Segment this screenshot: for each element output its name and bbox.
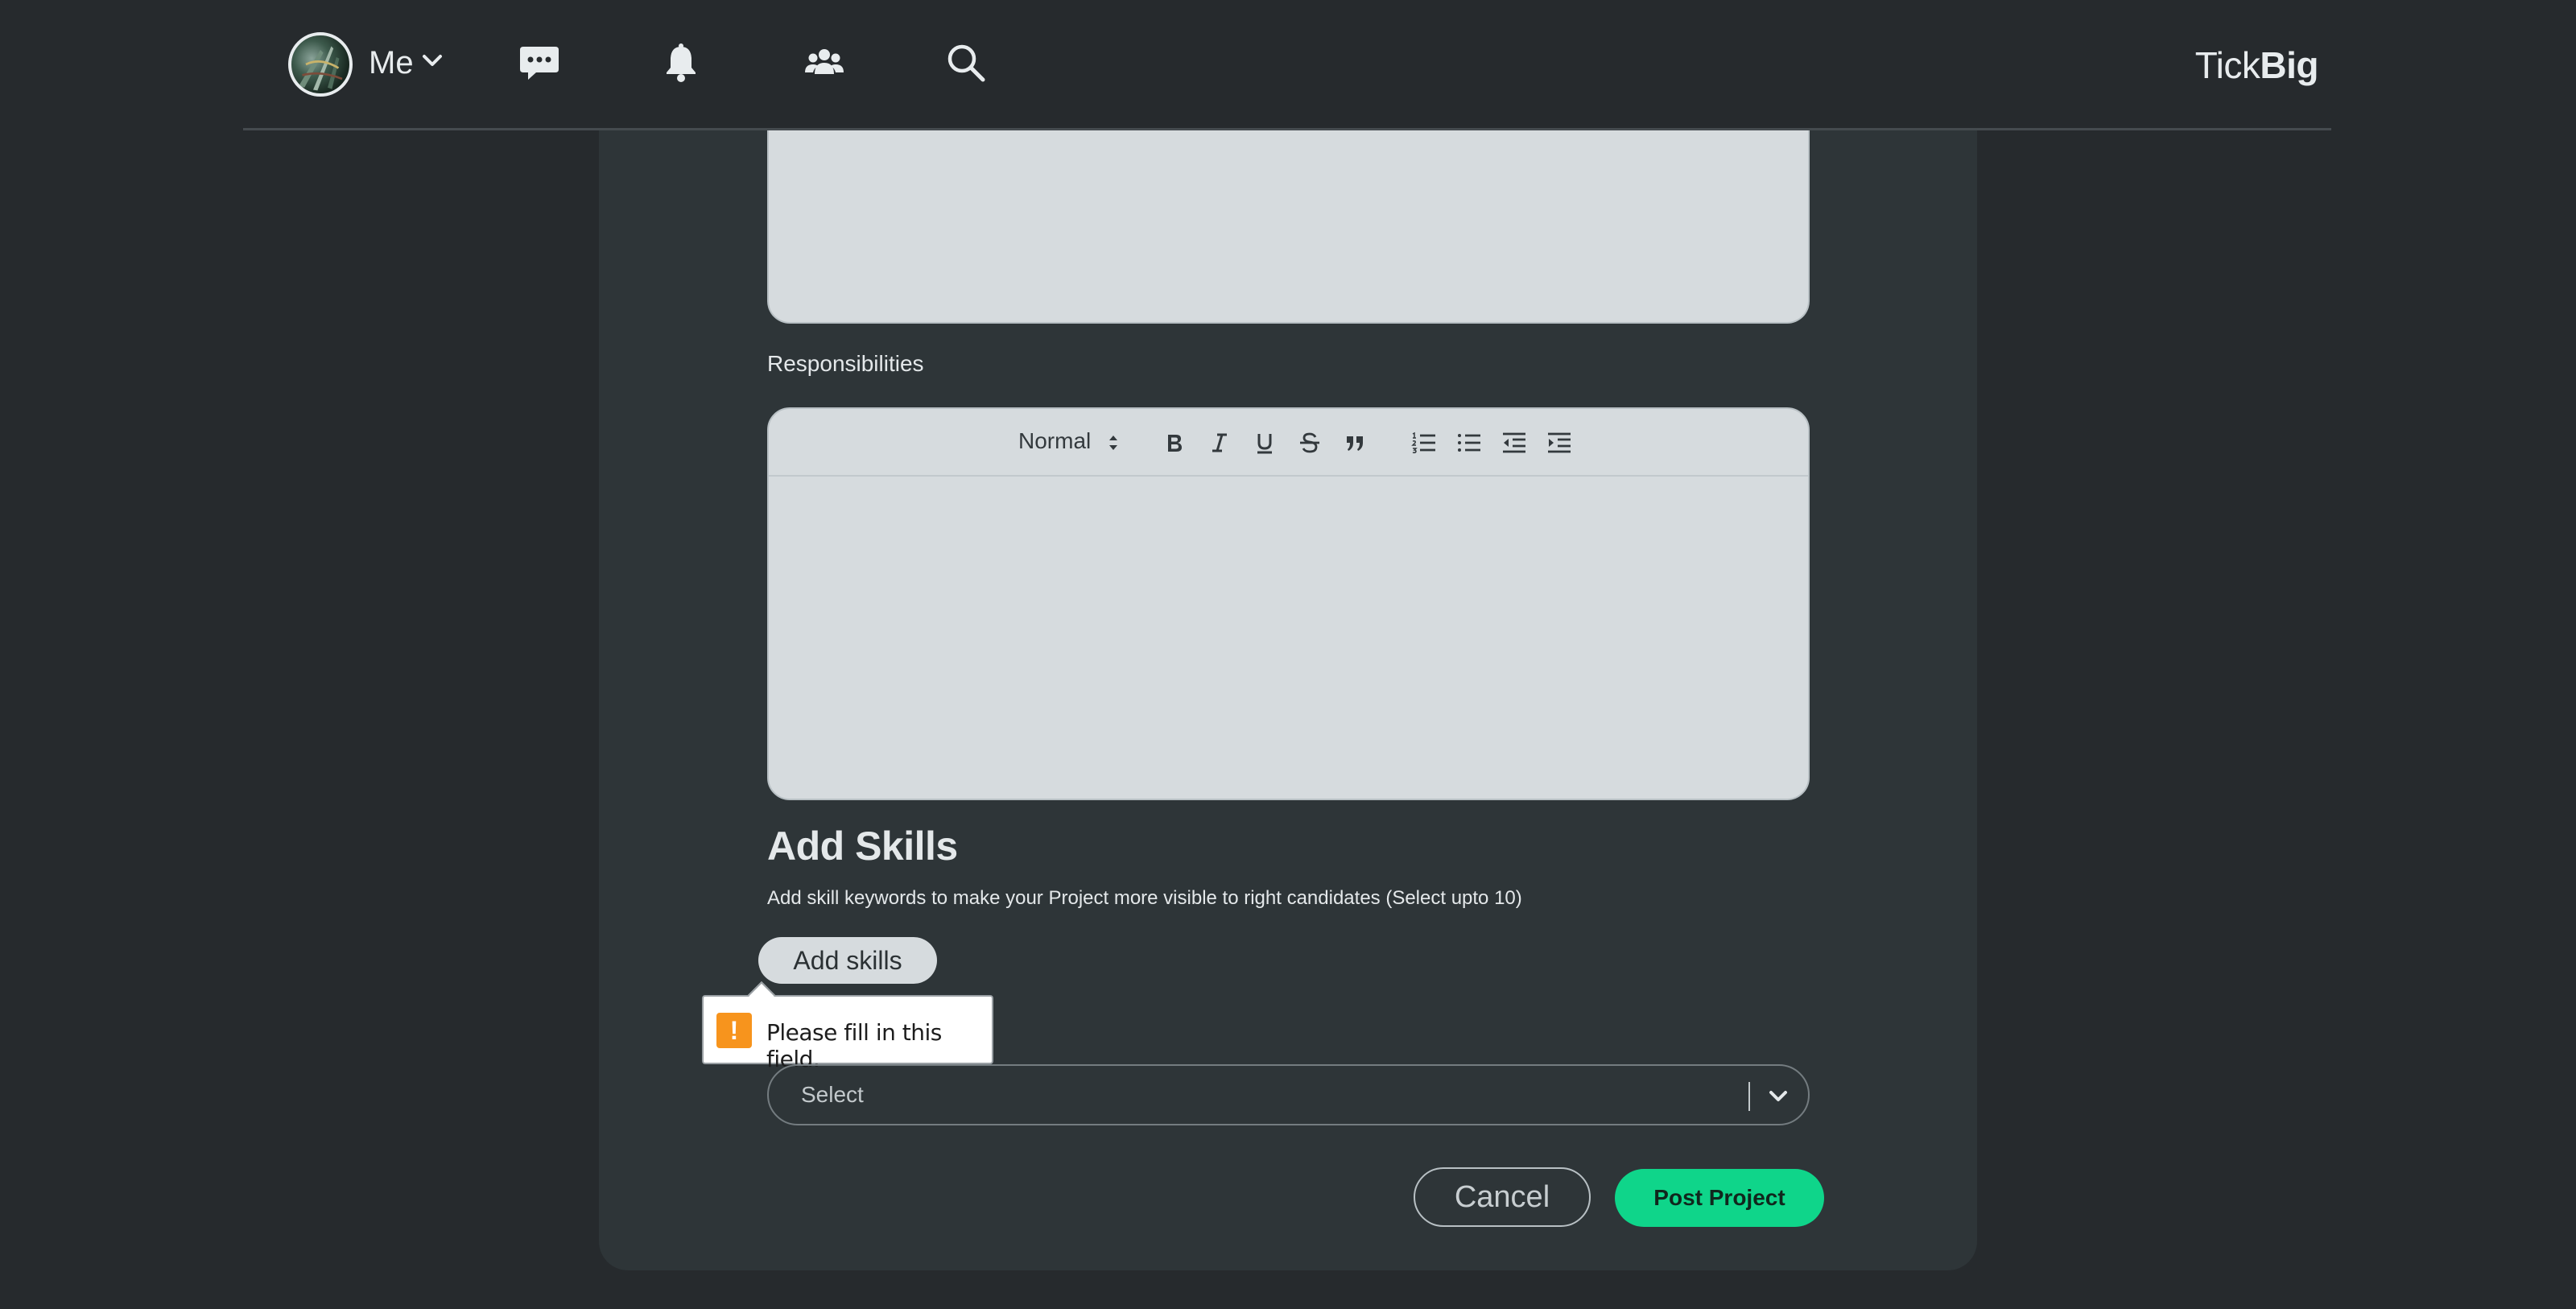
bullet-list-icon[interactable]: [1455, 428, 1484, 457]
select-placeholder: Select: [801, 1082, 864, 1107]
select-separator: [1748, 1082, 1750, 1111]
people-icon[interactable]: [803, 42, 845, 84]
avatar[interactable]: [288, 32, 353, 97]
profile-menu-label[interactable]: Me: [369, 45, 414, 81]
underline-icon[interactable]: [1250, 428, 1279, 457]
responsibilities-editor: Normal: [767, 407, 1810, 800]
search-icon[interactable]: [945, 42, 987, 84]
blockquote-icon[interactable]: [1340, 428, 1369, 457]
avatar-image: [299, 46, 343, 91]
chevron-down-icon[interactable]: [422, 53, 443, 68]
select-arrows-icon[interactable]: [1107, 432, 1120, 454]
top-navbar: Me TickBig: [243, 0, 2331, 130]
strikethrough-icon[interactable]: [1295, 428, 1324, 457]
chevron-down-icon[interactable]: [1768, 1085, 1789, 1106]
editor-toolbar: Normal: [769, 409, 1808, 477]
indent-icon[interactable]: [1545, 428, 1574, 457]
responsibilities-editor-body[interactable]: [769, 478, 1808, 799]
tickbig-logo[interactable]: TickBig: [2194, 43, 2319, 87]
post-project-button[interactable]: Post Project: [1615, 1169, 1824, 1227]
responsibilities-label: Responsibilities: [767, 351, 924, 376]
warning-icon: !: [716, 1013, 752, 1048]
bell-icon[interactable]: [660, 42, 702, 84]
format-select[interactable]: Normal: [1018, 428, 1091, 454]
previous-editor-body[interactable]: [767, 130, 1810, 324]
logo-bold-text: Big: [2260, 44, 2318, 86]
add-skills-description: Add skill keywords to make your Project …: [767, 887, 1522, 909]
bold-icon[interactable]: [1160, 428, 1189, 457]
skills-select[interactable]: Select: [767, 1064, 1810, 1125]
outdent-icon[interactable]: [1500, 428, 1529, 457]
add-skills-button[interactable]: Add skills: [758, 937, 937, 984]
cancel-button[interactable]: Cancel: [1414, 1167, 1591, 1227]
ordered-list-icon[interactable]: [1410, 428, 1439, 457]
add-skills-title: Add Skills: [767, 824, 958, 869]
validation-tooltip: ! Please fill in this field.: [702, 981, 993, 1072]
logo-light-text: Tick: [2194, 44, 2260, 86]
chat-icon[interactable]: [518, 42, 560, 84]
italic-icon[interactable]: [1205, 428, 1234, 457]
